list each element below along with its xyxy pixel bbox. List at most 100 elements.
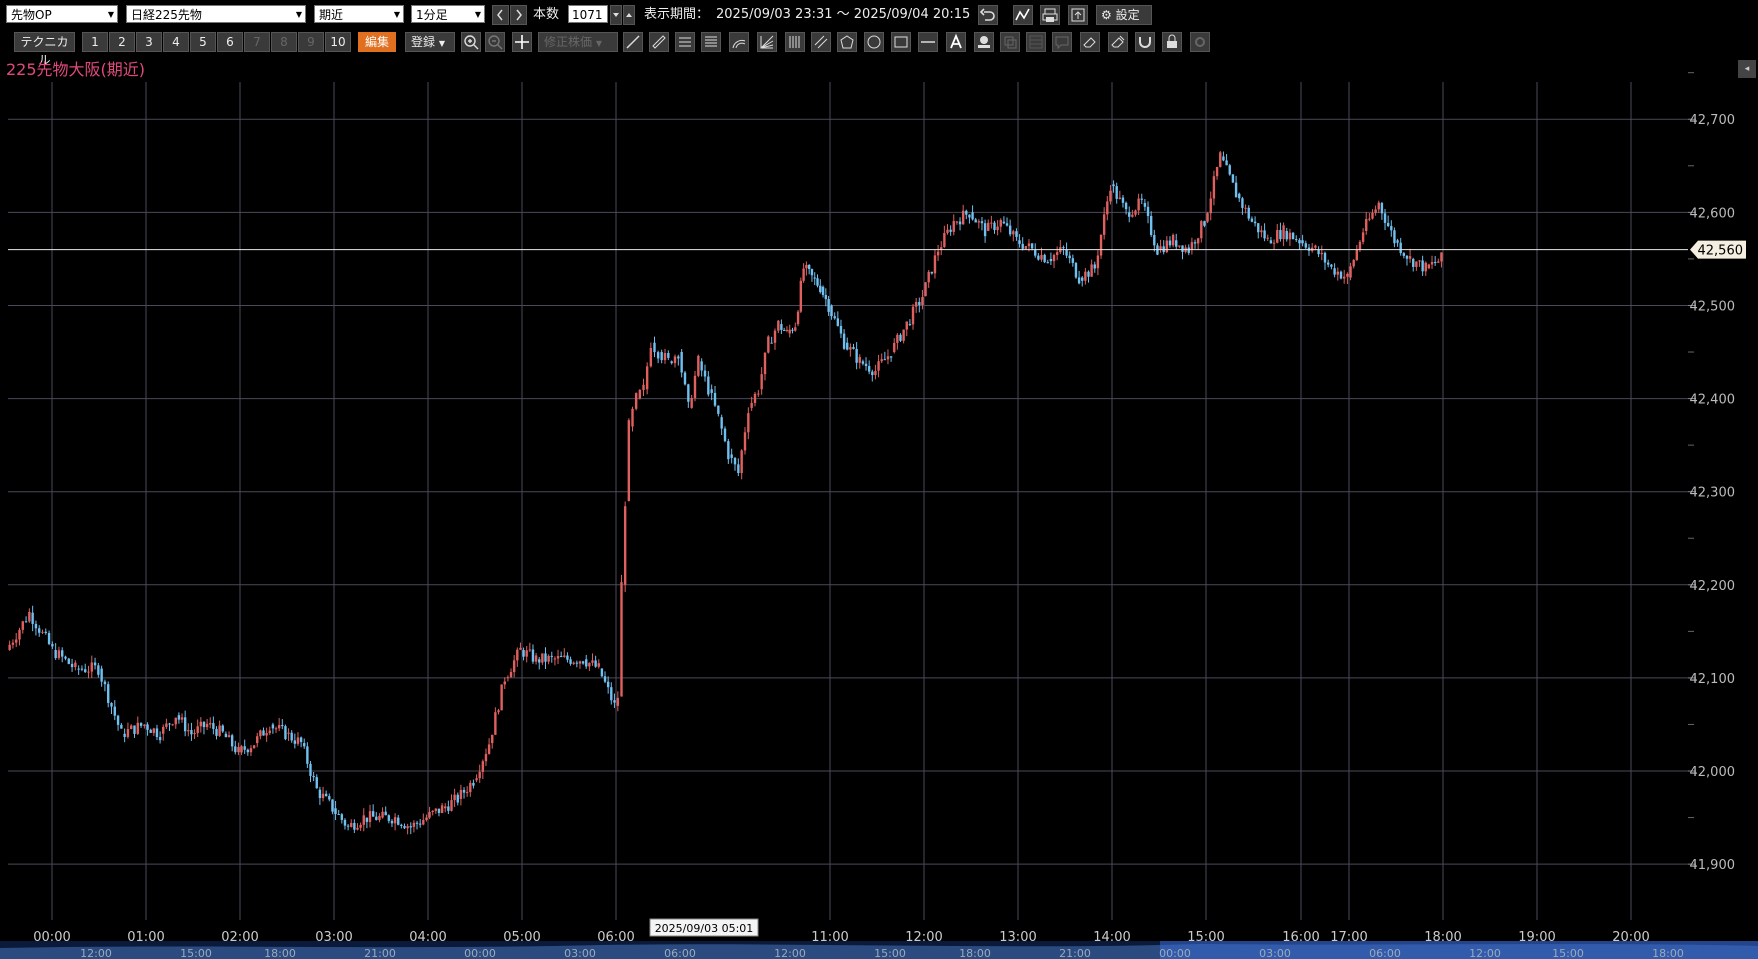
candle-body [1215,166,1219,177]
candle-body [1005,223,1009,226]
candle-body [952,221,955,232]
candle-body [623,506,627,585]
candle-body [1247,207,1250,219]
price-chart[interactable]: 41,900 42,000 42,100 42,200 42,300 42,400 42,5… [0,0,1758,959]
candle-body [777,320,780,331]
candle-body [720,417,723,429]
candle-body [911,306,915,325]
candle-body [57,650,61,659]
candle-body [93,662,97,666]
candle-body [642,384,645,391]
candle-body [271,724,275,729]
candle-body [67,658,70,664]
candle-body [634,393,638,409]
candle-body [199,721,203,727]
candle-body [961,210,965,225]
candle-body [18,629,21,640]
candle-body [155,728,159,738]
candle-body [437,808,441,813]
candle-body [1244,207,1247,209]
candle-body [1355,249,1359,260]
candle-body [799,280,803,312]
cursor-date-label: 2025/09/03 05:01 [655,922,754,935]
candle-body [968,214,971,218]
candle-body [34,623,38,629]
candle-body [472,782,475,786]
candle-body [136,722,139,734]
candle-body [1320,252,1323,255]
candle-body [362,815,365,825]
candle-body [805,264,808,269]
candle-body [1124,202,1128,210]
candle-body [1034,249,1037,256]
candle-body [1295,239,1298,241]
candle-body [760,374,763,390]
candle-body [836,318,840,326]
candle-body [794,327,797,331]
candle-body [946,229,949,233]
candle-body [1090,264,1093,277]
candle-body [538,659,541,663]
candle-body [110,702,113,707]
candle-body [1228,165,1231,175]
candle-body [880,359,883,362]
candle-body [833,316,836,319]
candle-body [462,789,466,793]
navigator-tick-label: 15:00 [874,947,906,959]
x-tick-label: 13:00 [999,930,1036,945]
candle-body [1266,237,1269,239]
candle-body [403,825,406,829]
candle-body [1187,247,1190,253]
candle-body [224,733,228,738]
candle-body [1190,242,1194,250]
candle-body [667,352,670,358]
candle-body [193,733,196,735]
candle-body [893,342,896,353]
candle-body [1386,222,1390,227]
candle-body [683,372,687,385]
candle-body [525,650,528,657]
candle-body [230,735,234,747]
candle-body [1336,271,1339,275]
candle-body [1134,210,1137,215]
candle-body [1368,218,1371,220]
candle-body [791,329,794,331]
candle-body [51,644,54,647]
x-tick-label: 06:00 [597,930,634,945]
candle-body [1285,230,1288,240]
candle-body [656,352,660,359]
candle-body [594,660,597,667]
navigator-tick-label: 00:00 [464,947,496,959]
candle-body [773,330,777,343]
candle-body [120,724,123,729]
candle-body [550,655,553,657]
candle-body [450,800,453,811]
candle-body [1317,249,1320,255]
candle-body [977,221,981,223]
candle-body [1109,190,1112,202]
candle-body [999,219,1002,227]
candle-body [428,812,431,818]
candle-body [918,302,921,305]
candle-body [753,393,757,403]
candle-body [1415,261,1418,267]
candle-body [700,361,703,371]
candle-body [28,611,31,622]
candle-body [660,352,663,361]
candle-body [227,735,231,738]
candle-body [1430,261,1434,265]
candle-body [613,700,616,703]
candle-body [1115,186,1118,199]
candle-body [378,815,381,821]
candle-body [782,329,786,331]
candle-body [324,793,328,797]
candle-body [886,356,890,360]
candle-body [983,223,987,237]
candle-body [673,356,677,364]
candle-body [456,794,459,803]
candle-body [846,342,849,350]
candle-body [541,653,544,663]
candle-body [1327,262,1330,265]
candle-body [1149,216,1153,236]
candle-body [234,746,237,753]
